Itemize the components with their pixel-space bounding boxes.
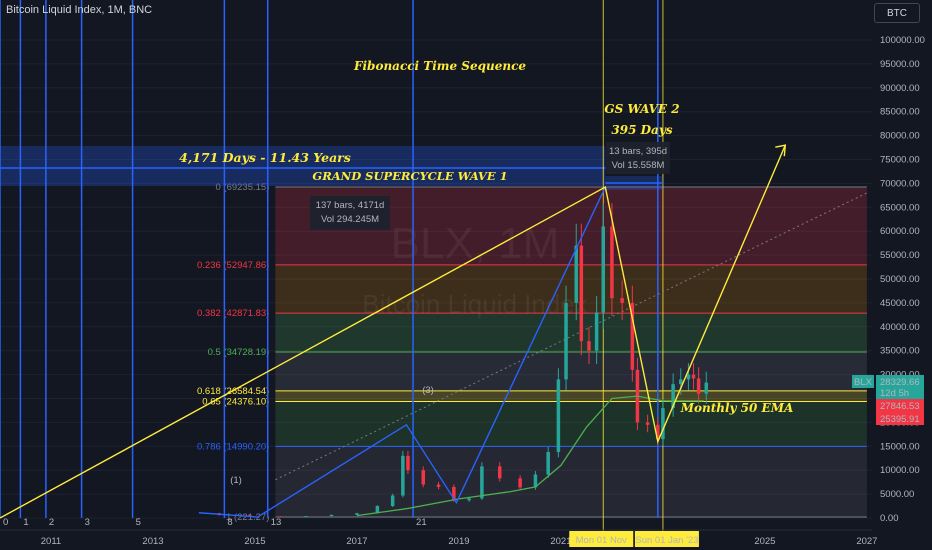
measure-box-line2: Vol 15.558M bbox=[612, 160, 665, 171]
y-tick-label: 45000.00 bbox=[880, 298, 920, 309]
measure-box-line1: 137 bars, 4171d bbox=[316, 200, 385, 211]
y-tick-label: 70000.00 bbox=[880, 178, 920, 189]
candle-body bbox=[579, 245, 584, 342]
measure-box-line2: Vol 294.245M bbox=[321, 214, 379, 225]
y-tick-label: 35000.00 bbox=[880, 346, 920, 357]
candle-body bbox=[329, 514, 334, 517]
y-tick-label: 100000.00 bbox=[880, 35, 925, 46]
annotation-gs-wave2-days: 395 Days bbox=[611, 123, 672, 137]
x-tick-label: 2025 bbox=[754, 536, 775, 547]
y-tick-label: 75000.00 bbox=[880, 155, 920, 166]
annotation-gs-wave2-title: GS WAVE 2 bbox=[604, 102, 679, 116]
fib-time-number: 8 bbox=[227, 517, 232, 528]
candle-body bbox=[679, 379, 683, 385]
annotation-wave1: GRAND SUPERCYCLE WAVE 1 bbox=[312, 169, 507, 183]
annotation-days-years: 4,171 Days - 11.43 Years bbox=[179, 150, 351, 165]
x-tick-label: 2017 bbox=[346, 536, 367, 547]
candle-body bbox=[278, 516, 283, 518]
candle-body bbox=[467, 498, 471, 501]
x-tick-label: 2021 bbox=[550, 536, 571, 547]
fib-level-label: 0.236 (52947.86) bbox=[197, 260, 269, 271]
fib-zone bbox=[275, 351, 867, 391]
fib-zone bbox=[275, 390, 867, 402]
candle-body bbox=[610, 226, 614, 299]
candle-body bbox=[564, 302, 568, 380]
y-tick-label: 40000.00 bbox=[880, 322, 920, 333]
y-tick-label: 60000.00 bbox=[880, 226, 920, 237]
candle-body bbox=[691, 374, 696, 379]
x-tick-label: 2011 bbox=[41, 536, 61, 547]
y-tick-label: 15000.00 bbox=[880, 441, 920, 452]
wave-label-3: (3) bbox=[422, 385, 434, 396]
candle-body bbox=[620, 298, 624, 303]
date-tag: Sun 01 Jan '23 bbox=[635, 535, 698, 546]
price-tag-value: 25395.91 bbox=[880, 414, 920, 425]
fib-level-label: 0.5 (34728.19) bbox=[208, 347, 270, 358]
x-tick-label: 2015 bbox=[244, 536, 265, 547]
fib-time-number: 3 bbox=[85, 517, 90, 528]
y-tick-label: 85000.00 bbox=[880, 107, 920, 118]
y-tick-label: 95000.00 bbox=[880, 59, 920, 70]
candle-body bbox=[601, 226, 606, 313]
candle-body bbox=[587, 341, 591, 351]
y-tick-label: 90000.00 bbox=[880, 83, 920, 94]
y-tick-label: 80000.00 bbox=[880, 131, 920, 142]
candle-body bbox=[406, 455, 410, 471]
candle-body bbox=[390, 495, 395, 507]
watermark-name: Bitcoin Liquid Index bbox=[362, 289, 587, 319]
annotation-fib-time: Fibonacci Time Sequence bbox=[353, 59, 526, 73]
candle-body bbox=[686, 374, 691, 380]
candle-body bbox=[696, 378, 701, 394]
price-tag-value: 28329.66 bbox=[880, 377, 920, 388]
candle-body bbox=[518, 478, 522, 488]
candle-body bbox=[401, 455, 405, 496]
candle-body bbox=[355, 513, 359, 515]
fib-level-label: 0.786 (14990.20) bbox=[197, 441, 269, 452]
candle-body bbox=[546, 452, 550, 475]
x-tick-label: 2019 bbox=[448, 536, 469, 547]
candle-body bbox=[574, 245, 578, 303]
y-tick-label: 10000.00 bbox=[880, 465, 920, 476]
x-tick-label: 2013 bbox=[142, 536, 163, 547]
fib-time-number: 13 bbox=[271, 517, 282, 528]
fib-time-number: 1 bbox=[23, 517, 28, 528]
x-tick-label: 2027 bbox=[856, 536, 877, 547]
fib-time-number: 2 bbox=[49, 517, 54, 528]
price-tag-countdown: 12d 5h bbox=[880, 388, 909, 399]
y-tick-label: 50000.00 bbox=[880, 274, 920, 285]
y-tick-label: 55000.00 bbox=[880, 250, 920, 261]
candle-body bbox=[304, 516, 308, 518]
fib-time-number: 21 bbox=[416, 517, 427, 528]
wave-arrowhead bbox=[775, 144, 787, 157]
price-tag-symbol: BLX bbox=[854, 377, 873, 388]
annotation-ema: Monthly 50 EMA bbox=[680, 401, 794, 415]
candle-body bbox=[594, 312, 599, 351]
candle-body bbox=[556, 379, 561, 453]
fib-zone bbox=[275, 446, 867, 517]
candle-body bbox=[421, 470, 426, 485]
fib-time-number: 0 bbox=[3, 517, 8, 528]
candle-body bbox=[497, 466, 502, 479]
candle-body bbox=[436, 484, 441, 487]
fib-time-number: 5 bbox=[136, 517, 141, 528]
candle-body bbox=[704, 382, 709, 394]
y-tick-label: 65000.00 bbox=[880, 202, 920, 213]
wave-label-1: (1) bbox=[230, 475, 242, 486]
symbol-button[interactable]: BTC bbox=[874, 3, 920, 23]
price-tag-value: 27846.53 bbox=[880, 401, 920, 412]
fib-level-label: 0.382 (42871.83) bbox=[197, 308, 269, 319]
date-tag: Mon 01 Nov bbox=[576, 535, 627, 546]
candle-body bbox=[661, 408, 665, 440]
measure-box-line1: 13 bars, 395d bbox=[609, 146, 667, 157]
fib-level-label: 0.618 (26584.54) bbox=[197, 386, 269, 397]
y-tick-label: 5000.00 bbox=[880, 489, 914, 500]
candle-body bbox=[645, 422, 650, 425]
candle-body bbox=[480, 466, 484, 499]
chart-title: Bitcoin Liquid Index, 1M, BNC bbox=[6, 4, 153, 16]
price-chart[interactable]: 0 (69235.15)0.236 (52947.86)0.382 (42871… bbox=[0, 0, 932, 550]
y-tick-label: 0.00 bbox=[880, 513, 899, 524]
